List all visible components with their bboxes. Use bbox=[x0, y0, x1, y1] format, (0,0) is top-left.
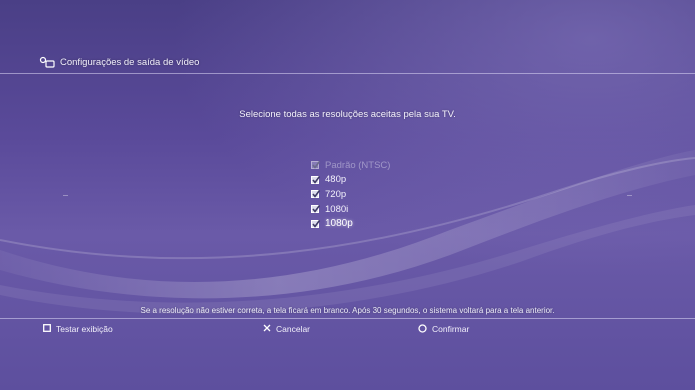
instruction-text: Selecione todas as resoluções aceitas pe… bbox=[239, 109, 456, 120]
circle-button-icon bbox=[418, 323, 427, 335]
resolution-option-1080i[interactable]: 1080i bbox=[311, 202, 451, 217]
resolution-option-720p[interactable]: 720p bbox=[311, 187, 451, 202]
header: Configurações de saída de vídeo bbox=[0, 53, 695, 73]
test-display-label: Testar exibição bbox=[56, 324, 113, 334]
resolution-label: 1080i bbox=[325, 203, 349, 215]
cancel-button[interactable]: Cancelar bbox=[263, 323, 310, 335]
resolution-label: 720p bbox=[325, 188, 347, 200]
checkbox-icon[interactable] bbox=[311, 175, 321, 184]
checkbox-icon[interactable] bbox=[311, 190, 321, 199]
checkbox-icon[interactable] bbox=[311, 219, 321, 228]
confirm-button[interactable]: Confirmar bbox=[418, 323, 469, 335]
resolution-label: 480p bbox=[325, 174, 347, 186]
square-button-icon bbox=[43, 324, 51, 334]
resolution-option-1080p[interactable]: 1080p bbox=[311, 216, 451, 231]
confirm-label: Confirmar bbox=[432, 324, 470, 334]
resolution-list: Padrão (NTSC) 480p 720p 1080i 1080p bbox=[311, 158, 451, 231]
cancel-label: Cancelar bbox=[276, 324, 311, 334]
test-display-button[interactable]: Testar exibição bbox=[43, 323, 113, 335]
resolution-label: Padrão (NTSC) bbox=[325, 159, 391, 171]
checkbox-icon[interactable] bbox=[311, 205, 321, 214]
header-divider bbox=[0, 73, 695, 74]
checkbox-icon bbox=[311, 161, 321, 170]
display-settings-icon bbox=[39, 56, 57, 70]
warning-note: Se a resolução não estiver correta, a te… bbox=[140, 306, 555, 315]
resolution-label: 1080p bbox=[325, 218, 353, 230]
page-title: Configurações de saída de vídeo bbox=[60, 57, 200, 68]
left-edge-marker bbox=[63, 195, 68, 196]
resolution-option-ntsc: Padrão (NTSC) bbox=[311, 158, 451, 173]
right-edge-marker bbox=[627, 195, 632, 196]
footer-divider bbox=[0, 318, 695, 319]
cross-button-icon bbox=[263, 324, 271, 334]
resolution-option-480p[interactable]: 480p bbox=[311, 173, 451, 188]
